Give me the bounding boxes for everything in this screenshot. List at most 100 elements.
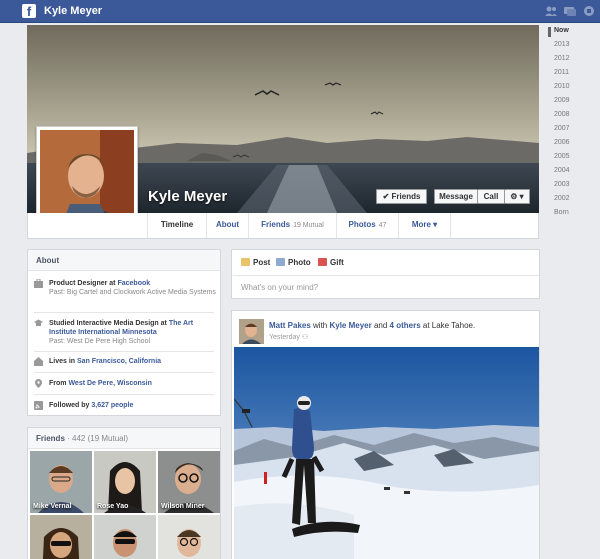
year-2013[interactable]: 2013 [554,41,570,48]
message-button[interactable]: Message [434,189,478,204]
tab-friends[interactable]: Friends 19 Mutual [249,213,337,238]
year-now[interactable]: Now [554,27,569,34]
year-2011[interactable]: 2011 [554,69,569,76]
composer-tab-post[interactable]: Post [241,258,270,267]
divider [34,372,214,373]
work-link[interactable]: Facebook [117,280,150,287]
pencil-icon [241,258,250,266]
friend-requests-icon[interactable] [544,5,558,17]
composer-tab-gift[interactable]: Gift [318,258,344,267]
year-2004[interactable]: 2004 [554,167,570,174]
story-timestamp[interactable]: Yesterday ⚇ [269,333,308,341]
location-pin-icon [35,379,42,388]
story-others[interactable]: 4 others [390,321,421,330]
tab-friends-label: Friends [261,220,291,229]
tab-photos-count: 47 [378,222,387,229]
rail-current-marker [548,27,551,37]
facebook-logo-icon[interactable]: f [22,4,36,19]
year-2005[interactable]: 2005 [554,153,570,160]
story-location: at Lake Tahoe. [420,321,476,330]
from-text: From [49,380,69,387]
about-work: Product Designer at Facebook Past: Big C… [34,279,218,297]
friends-button-label: Friends [391,192,421,201]
story-tagged[interactable]: Kyle Meyer [329,321,371,330]
story-author[interactable]: Matt Pakes [269,321,311,330]
friend-name: Rose Yao [97,503,129,510]
lives-link[interactable]: San Francisco, California [77,358,161,365]
check-icon: ✔ [382,192,390,201]
tab-friends-mutual: 19 Mutual [293,222,324,229]
divider [34,312,214,313]
friends-card-title[interactable]: Friends [36,434,65,443]
year-2007[interactable]: 2007 [554,125,570,132]
followed-text: Followed by [49,402,92,409]
year-2012[interactable]: 2012 [554,55,570,62]
story-and: and [371,321,390,330]
gift-icon [318,258,327,266]
status-input[interactable]: What's on your mind? [233,275,539,299]
graduation-cap-icon [34,319,43,326]
education-text: Studied Interactive Media Design at [49,320,169,327]
about-card: About Product Designer at Facebook Past:… [27,249,221,416]
about-card-title[interactable]: About [28,250,220,271]
divider [34,394,214,395]
story-card: Matt Pakes with Kyle Meyer and 4 others … [231,310,540,559]
chevron-down-icon: ▾ [433,220,438,229]
tab-more-label: More [411,220,431,229]
year-born[interactable]: Born [554,209,569,216]
composer-tab-photo[interactable]: Photo [276,258,311,267]
year-2010[interactable]: 2010 [554,83,570,90]
tab-photos[interactable]: Photos 47 [337,213,399,238]
about-followers: Followed by 3,627 people [34,401,218,410]
cover-profile-name[interactable]: Kyle Meyer [148,188,227,205]
rss-feed-icon [34,401,43,410]
notifications-icon[interactable] [582,5,596,17]
tab-photos-label: Photos [348,220,376,229]
friend-tile[interactable]: Rose Yao [94,451,156,513]
year-2006[interactable]: 2006 [554,139,570,146]
story-photo[interactable] [234,347,539,559]
from-link[interactable]: West De Pere, Wisconsin [68,380,151,387]
tab-about[interactable]: About [207,213,249,238]
year-2008[interactable]: 2008 [554,111,570,118]
lives-text: Lives in [49,358,78,365]
education-past: Past: West De Pere High School [49,338,151,345]
followers-link[interactable]: 3,627 people [91,402,133,409]
call-button[interactable]: Call [478,189,505,204]
profile-nav-bar: Timeline About Friends 19 Mutual Photos 47… [27,213,539,239]
messages-icon[interactable] [563,5,577,17]
friend-tile[interactable] [30,515,92,559]
friend-tile[interactable] [94,515,156,559]
story-author-avatar[interactable] [239,319,264,346]
divider [34,351,214,352]
friends-card: Friends · 442 (19 Mutual) Mike Vernal Ro… [27,427,221,559]
friend-tile[interactable]: Mike Vernal [30,451,92,513]
story-headline: Matt Pakes with Kyle Meyer and 4 others … [269,321,475,330]
composer-tab-photo-label: Photo [288,258,311,267]
story-time-label: Yesterday [269,334,300,341]
friend-tile[interactable] [158,515,220,559]
about-education: Studied Interactive Media Design at The … [34,319,218,346]
year-2003[interactable]: 2003 [554,181,570,188]
tab-timeline[interactable]: Timeline [147,213,207,238]
friend-tile[interactable]: Wilson Miner [158,451,220,513]
friend-name: Wilson Miner [161,503,205,510]
friends-audience-icon: ⚇ [301,334,309,341]
tab-more[interactable]: More ▾ [399,213,451,238]
year-2002[interactable]: 2002 [554,195,570,202]
year-2009[interactable]: 2009 [554,97,570,104]
camera-icon [276,258,285,266]
friend-name: Mike Vernal [33,503,72,510]
friends-button[interactable]: ✔ Friends [376,189,427,204]
top-bar: f Kyle Meyer [0,0,600,23]
composer-tab-gift-label: Gift [330,258,344,267]
top-user-name[interactable]: Kyle Meyer [44,5,102,17]
friends-card-count: · 442 (19 Mutual) [64,434,129,443]
briefcase-icon [34,279,43,288]
gear-icon[interactable]: ⚙ ▾ [505,189,530,204]
about-from: From West De Pere, Wisconsin [34,379,218,388]
friends-card-header: Friends · 442 (19 Mutual) [28,428,220,449]
work-past: Past: Big Cartel and Clockwork Active Me… [49,289,216,296]
work-text: Product Designer at [49,280,118,287]
about-lives: Lives in San Francisco, California [34,357,218,366]
